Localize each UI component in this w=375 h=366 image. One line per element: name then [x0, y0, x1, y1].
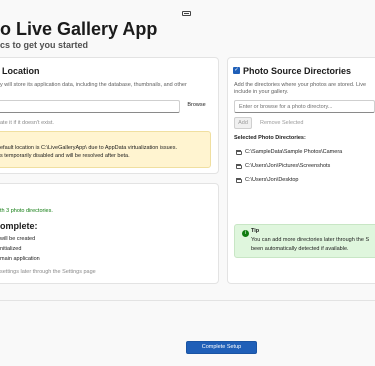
directory-path: C:\SampleData\Sample Photos\Camera [245, 149, 343, 155]
summary-item-2: nitialized [0, 246, 22, 252]
page-subtitle: cs to get you started [0, 40, 89, 50]
directory-item[interactable]: C:\Users\Jon\Pictures\Screenshots [236, 163, 375, 172]
window-restore-icon[interactable] [182, 11, 191, 16]
add-directory-button[interactable]: Add [234, 117, 252, 129]
summary-footer: settings later through the Settings page [0, 269, 96, 275]
data-location-description: y will store its application data, inclu… [0, 82, 187, 88]
tip-line-1: You can add more directories later throu… [251, 237, 370, 243]
photo-directory-input[interactable]: Enter or browse for a photo directory... [234, 100, 375, 113]
summary-item-1: will be created [0, 236, 36, 242]
summary-heading: omplete: [0, 221, 38, 231]
photo-sources-checkbox[interactable]: ✓ [233, 67, 240, 74]
browse-button[interactable]: Browse [183, 100, 210, 113]
folder-icon [236, 178, 242, 183]
warning-line-1: efault location is C:\LiveGalleryApp\ du… [0, 145, 178, 151]
tip-title: Tip [251, 228, 260, 234]
folder-icon [236, 164, 242, 169]
footer-divider [0, 300, 375, 301]
photo-sources-title: Photo Source Directories [243, 66, 352, 76]
page-title: o Live Gallery App [0, 19, 158, 39]
data-location-title: Location [2, 66, 40, 76]
data-location-input[interactable] [0, 100, 180, 113]
info-icon: i [242, 230, 249, 237]
directory-path: C:\Users\Jon\Desktop [245, 177, 299, 183]
tip-line-2: been automatically detected if available… [251, 246, 349, 252]
configured-status: th 3 photo directories. [0, 208, 53, 214]
folder-icon [236, 150, 242, 155]
directory-item[interactable]: C:\Users\Jon\Desktop [236, 177, 375, 186]
directory-item[interactable]: C:\SampleData\Sample Photos\Camera [236, 149, 375, 158]
remove-selected-button[interactable]: Remove Selected [260, 120, 303, 126]
directory-path: C:\Users\Jon\Pictures\Screenshots [245, 163, 331, 169]
data-location-hint: ate it if it doesn't exist. [0, 120, 54, 126]
complete-setup-button[interactable]: Complete Setup [186, 341, 257, 354]
warning-line-2: s temporarily disabled and will be resol… [0, 153, 130, 159]
photo-sources-description-1: Add the directories where your photos ar… [234, 82, 367, 88]
photo-sources-description-2: include in your gallery. [234, 89, 289, 95]
selected-directories-label: Selected Photo Directories: [234, 135, 306, 141]
summary-item-3: main application [0, 256, 40, 262]
